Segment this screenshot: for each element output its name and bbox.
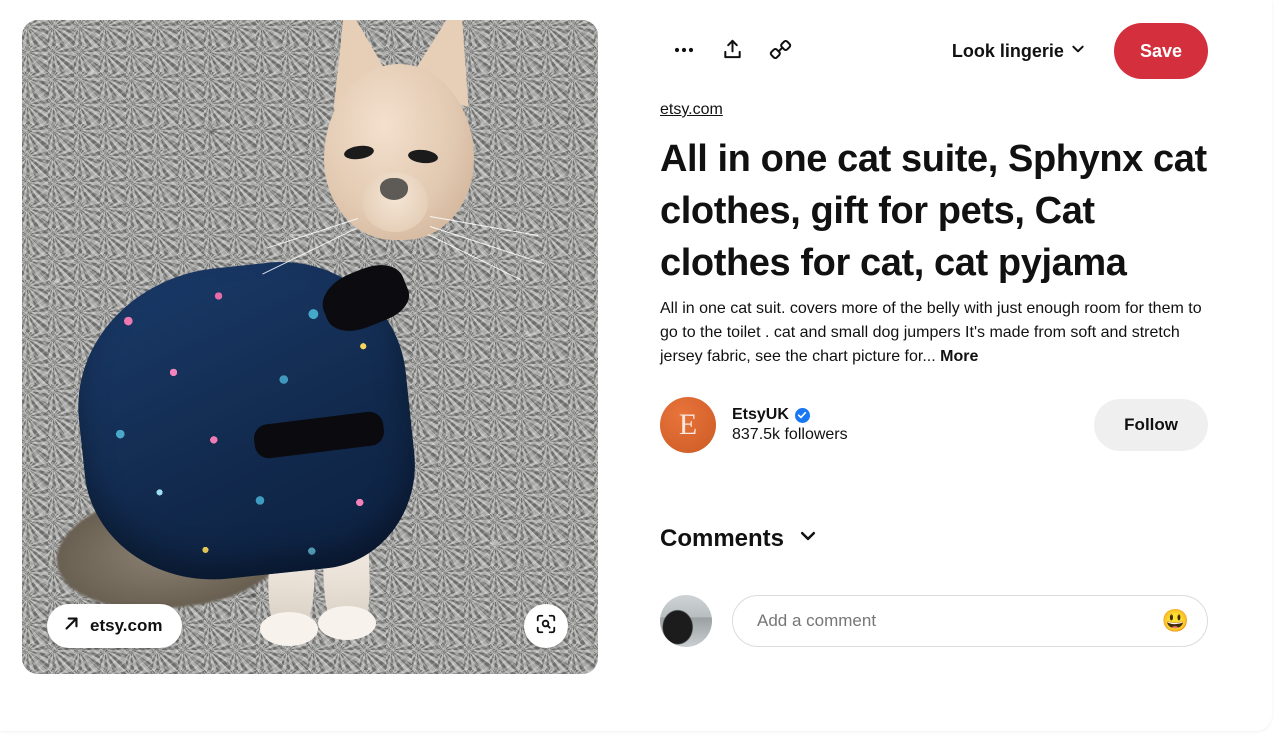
creator-meta: EtsyUK 837.5k followers bbox=[732, 406, 848, 444]
verified-badge-icon bbox=[794, 407, 810, 423]
follow-button[interactable]: Follow bbox=[1094, 399, 1208, 451]
pin-info-panel: Look lingerie Save etsy.com All in one c… bbox=[660, 20, 1208, 647]
creator-row: E EtsyUK 837.5k followers Follow bbox=[660, 397, 1208, 453]
image-source-pill[interactable]: etsy.com bbox=[47, 604, 183, 648]
image-source-label: etsy.com bbox=[90, 616, 163, 635]
chevron-down-icon bbox=[798, 525, 818, 553]
board-selector[interactable]: Look lingerie bbox=[948, 35, 1090, 68]
link-icon bbox=[769, 38, 792, 64]
copy-link-button[interactable] bbox=[756, 27, 804, 75]
pin-detail-card: etsy.com Look lingerie Save etsy.com All… bbox=[0, 0, 1272, 731]
comments-section-header[interactable]: Comments bbox=[660, 525, 1208, 553]
description-more-link[interactable]: More bbox=[940, 348, 978, 365]
lens-search-icon bbox=[535, 613, 557, 640]
visual-search-button[interactable] bbox=[524, 604, 568, 648]
user-avatar[interactable] bbox=[660, 595, 712, 647]
save-button[interactable]: Save bbox=[1113, 23, 1208, 79]
pin-action-bar: Look lingerie Save bbox=[660, 20, 1208, 82]
cat-nose bbox=[380, 178, 408, 200]
ellipsis-icon bbox=[672, 38, 696, 65]
board-name-label: Look lingerie bbox=[951, 40, 1064, 61]
pin-description-text: All in one cat suit. covers more of the … bbox=[660, 300, 1202, 365]
creator-avatar[interactable]: E bbox=[660, 397, 716, 453]
pin-description: All in one cat suit. covers more of the … bbox=[660, 297, 1208, 369]
share-icon bbox=[721, 38, 744, 64]
share-button[interactable] bbox=[708, 27, 756, 75]
cat-paw-left bbox=[260, 612, 318, 646]
chevron-down-icon bbox=[1070, 41, 1086, 62]
cat-paw-right bbox=[318, 606, 376, 640]
comments-heading-label: Comments bbox=[660, 525, 785, 552]
creator-followers: 837.5k followers bbox=[732, 426, 848, 443]
add-comment-row: 😃 bbox=[660, 595, 1208, 647]
comment-input[interactable] bbox=[757, 611, 1162, 631]
grinning-face-icon[interactable]: 😃 bbox=[1162, 610, 1189, 632]
pin-image[interactable]: etsy.com bbox=[22, 20, 598, 674]
creator-name-label: EtsyUK bbox=[732, 406, 789, 423]
comment-input-box[interactable]: 😃 bbox=[732, 595, 1208, 647]
arrow-up-right-icon bbox=[63, 615, 80, 637]
creator-name-row[interactable]: EtsyUK bbox=[732, 406, 848, 424]
source-domain-link[interactable]: etsy.com bbox=[660, 101, 723, 119]
pin-title: All in one cat suite, Sphynx cat clothes… bbox=[660, 138, 1207, 284]
more-options-button[interactable] bbox=[660, 27, 708, 75]
